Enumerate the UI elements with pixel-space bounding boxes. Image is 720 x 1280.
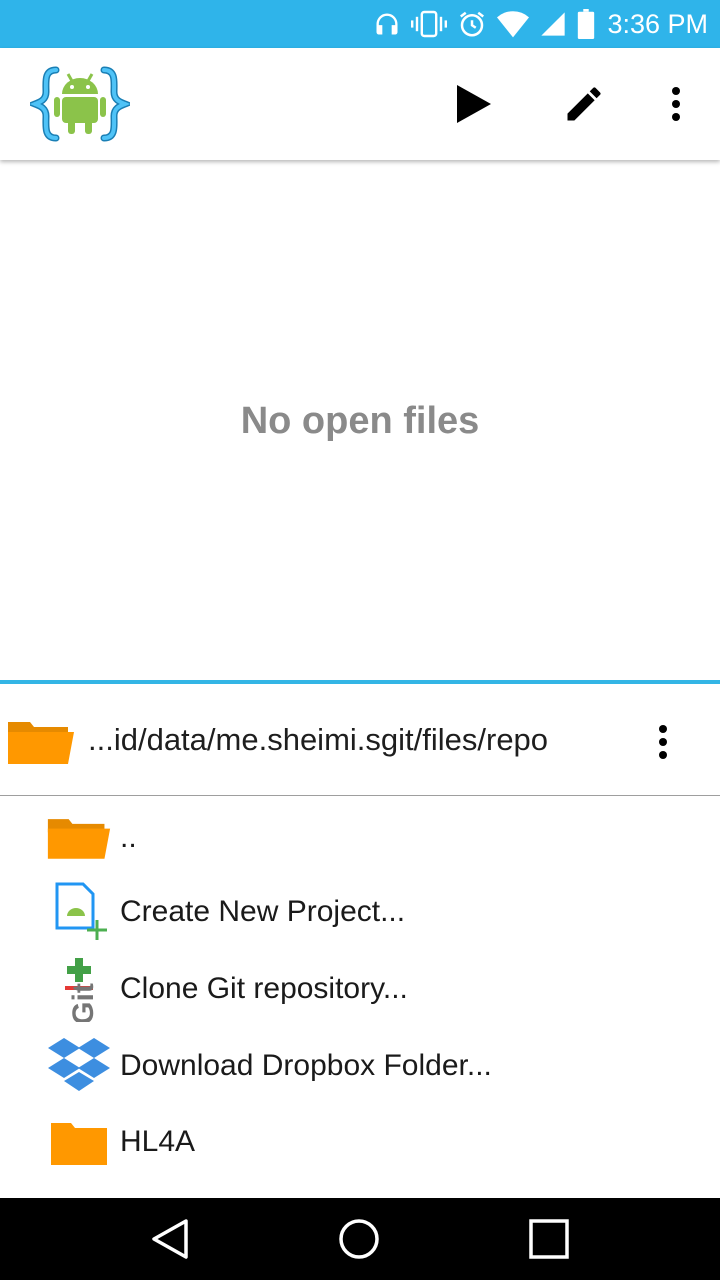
list-item-label: .. — [120, 821, 137, 854]
play-icon — [457, 85, 491, 123]
folder-open-icon — [6, 718, 76, 766]
list-item-label: Create New Project... — [120, 895, 406, 928]
home-button[interactable] — [329, 1209, 389, 1269]
run-button[interactable] — [446, 76, 502, 132]
svg-text:Git: Git — [67, 983, 100, 1022]
navigation-bar — [0, 1198, 720, 1280]
edit-button[interactable] — [556, 76, 612, 132]
overflow-menu-icon — [659, 725, 667, 759]
wifi-icon — [497, 11, 530, 38]
file-list: .. Create New Project... Git Clone Git r… — [0, 796, 720, 1198]
folder-open-icon — [44, 804, 114, 872]
headphones-icon — [376, 13, 398, 35]
path-menu-button[interactable] — [640, 714, 686, 770]
status-time: 3:36 PM — [607, 8, 708, 39]
list-item-label: HL4A — [120, 1125, 196, 1158]
git-clone-icon: Git — [44, 955, 114, 1023]
new-project-icon — [44, 878, 114, 946]
current-path[interactable]: ...id/data/me.sheimi.sgit/files/repo — [88, 722, 548, 758]
list-item-folder[interactable]: HL4A — [0, 1104, 720, 1180]
list-item-label: Clone Git repository... — [120, 972, 408, 1005]
list-item-parent-folder[interactable]: .. — [0, 800, 720, 876]
recents-icon — [529, 1219, 569, 1259]
list-item-clone-git[interactable]: Git Clone Git repository... — [0, 951, 720, 1027]
status-icons: 3:36 PM — [373, 0, 708, 48]
back-icon — [152, 1219, 188, 1259]
app-bar — [0, 48, 720, 160]
recents-button[interactable] — [519, 1209, 579, 1269]
overflow-menu-icon — [672, 87, 680, 121]
folder-icon — [44, 1108, 114, 1176]
overflow-menu-button[interactable] — [648, 76, 704, 132]
status-bar: 3:36 PM — [0, 0, 720, 48]
pencil-icon — [567, 87, 601, 121]
dropbox-icon — [44, 1032, 114, 1100]
editor-area: No open files — [0, 160, 720, 682]
list-item-label: Download Dropbox Folder... — [120, 1049, 492, 1082]
vibrate-icon — [411, 10, 448, 38]
alarm-icon — [460, 11, 485, 37]
battery-icon — [578, 9, 595, 39]
android-braces-logo-icon — [25, 62, 135, 146]
empty-state-message: No open files — [240, 400, 480, 442]
list-item-create-project[interactable]: Create New Project... — [0, 874, 720, 950]
file-browser-header: ...id/data/me.sheimi.sgit/files/repo — [0, 684, 720, 795]
list-item-dropbox[interactable]: Download Dropbox Folder... — [0, 1028, 720, 1104]
back-button[interactable] — [140, 1209, 200, 1269]
signal-icon — [541, 12, 566, 36]
home-icon — [339, 1219, 379, 1259]
